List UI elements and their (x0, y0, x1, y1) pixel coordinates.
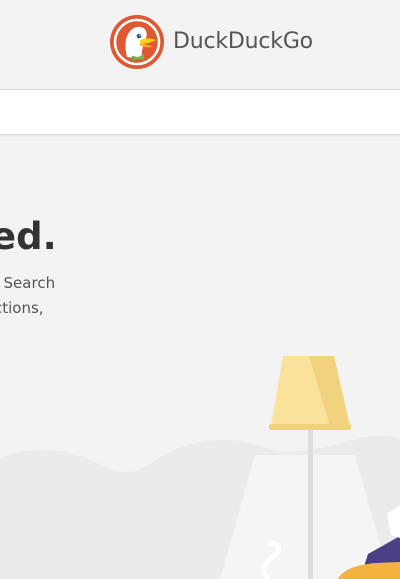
header: DuckDuckGo (0, 0, 400, 90)
hero-description-line-2: ctions, (0, 299, 44, 317)
brand-name: DuckDuckGo (173, 29, 313, 54)
lamp-shade-base (269, 424, 351, 430)
duckduckgo-logo-icon[interactable] (109, 14, 165, 70)
hero-description: . Search ctions, (0, 271, 55, 321)
lamp-pole (308, 428, 313, 579)
hero-description-line-1: . Search (0, 274, 56, 292)
hero-headline: ed. (0, 215, 57, 258)
duckduckgo-page: DuckDuckGo ed. . Search ctions, (0, 0, 400, 579)
search-input[interactable] (0, 90, 400, 135)
hero-illustration (0, 356, 400, 579)
